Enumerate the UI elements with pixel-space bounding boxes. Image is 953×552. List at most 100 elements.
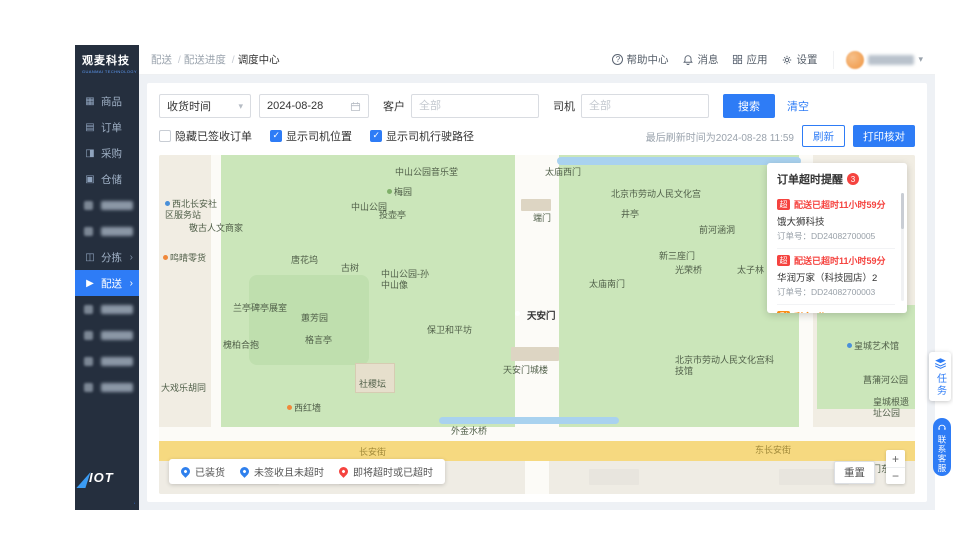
last-refresh-text: 最后刷新时间为2024-08-28 11:59 (645, 132, 794, 144)
overdue-tag: 剩 (777, 311, 790, 313)
map-label: 井亭 (621, 209, 640, 219)
map-label: 菖蒲河公园 (863, 375, 909, 385)
map-golden-water-river (439, 417, 619, 424)
sidebar-item-label: 采购 (101, 147, 122, 160)
sidebar-item[interactable]: ◨ 采购 (75, 140, 139, 166)
calendar-icon (350, 101, 361, 111)
scrollbar-thumb[interactable] (901, 193, 904, 229)
apps-grid-icon (733, 54, 743, 65)
sidebar-item-label: 订单 (101, 121, 122, 134)
print-check-button[interactable]: 打印核对 (853, 125, 915, 147)
customer-name: 饿大狮科技 (777, 217, 825, 228)
breadcrumb-item[interactable]: 配送进度 (184, 52, 238, 67)
map-label: 西北长安社区服务站 (165, 199, 218, 220)
filter-bar: 收货时间 ▾ 2024-08-28 客户 司机 搜索 清空 (159, 91, 915, 121)
sidebar-item[interactable] (75, 374, 139, 400)
overdue-tag: 超 (777, 255, 790, 266)
brand-logo: 观麦科技 GUANMAI TECHNOLOGY (75, 45, 139, 78)
timeout-panel-header: 订单超时提醒 3 (777, 171, 895, 187)
driver-input[interactable] (581, 94, 709, 118)
sidebar-item[interactable] (75, 192, 139, 218)
sidebar-item-label: 配送 (101, 277, 122, 290)
reset-button[interactable]: 重置 (834, 461, 875, 484)
map-label: 天安门城楼 (503, 365, 549, 375)
sidebar-item[interactable] (75, 322, 139, 348)
sidebar-item[interactable]: ▦ 商品 (75, 88, 139, 114)
search-button[interactable]: 搜索 (723, 94, 775, 118)
breadcrumb-item[interactable]: 配送 (151, 52, 184, 67)
redacted-label (101, 200, 133, 210)
iot-logo-swoosh (75, 486, 137, 504)
driver-label: 司机 (553, 101, 575, 113)
map-east-park (817, 305, 915, 409)
map-duanmen-building (521, 199, 551, 211)
time-type-select[interactable]: 收货时间 ▾ (159, 94, 251, 118)
checkbox-label: 隐藏已签收订单 (175, 131, 252, 143)
breadcrumb-item[interactable]: 调度中心 (238, 52, 280, 67)
chevron-right-icon: › (129, 251, 133, 263)
map-road-vertical-west (211, 155, 221, 441)
user-menu[interactable]: ▾ (833, 50, 923, 69)
app-window: 观麦科技 GUANMAI TECHNOLOGY ▦ 商品 ▤ 订单 ◨ 采购 ▣… (75, 45, 935, 510)
clear-button[interactable]: 清空 (787, 98, 809, 114)
help-center-button[interactable]: 帮助中心 (612, 52, 668, 67)
checkbox[interactable]: 显示司机位置 (270, 128, 352, 144)
customer-input[interactable] (411, 94, 539, 118)
legend-item: 未签收且未超时 (238, 464, 324, 479)
chevron-down-icon: ▾ (918, 54, 923, 64)
timeout-order-card[interactable]: 超 配送已超时11小时59分 华润万家（科技园店）2 订单号：DD2408270… (777, 248, 895, 304)
customer-service-button[interactable]: 联系客服 (933, 418, 951, 476)
map-tiananmen-building (511, 347, 559, 361)
checkbox[interactable]: 显示司机行驶路径 (370, 128, 474, 144)
map-label: 保卫和平坊 (427, 325, 473, 335)
sidebar-item[interactable]: ◫ 分拣 › (75, 244, 139, 270)
overdue-status: 配送已超时11小时59分 (794, 256, 886, 266)
map-label: 槐柏合抱 (223, 340, 260, 350)
timeout-order-card[interactable]: 超 配送已超时11小时59分 饿大狮科技 订单号：DD24082700005 (777, 193, 895, 248)
date-picker[interactable]: 2024-08-28 (259, 94, 369, 118)
sidebar-item[interactable] (75, 348, 139, 374)
map-label: 皇城艺术馆 (847, 341, 899, 352)
content-area: 收货时间 ▾ 2024-08-28 客户 司机 搜索 清空 (139, 75, 935, 510)
map-road-pre-band (159, 427, 915, 441)
map-road-south-vertical (525, 461, 549, 494)
messages-button[interactable]: 消息 (682, 52, 718, 67)
user-name-redacted (868, 54, 915, 65)
zoom-out-button[interactable]: − (886, 467, 905, 484)
task-float-button[interactable]: 任务 (929, 352, 951, 401)
sidebar-item[interactable]: ▤ 订单 (75, 114, 139, 140)
redacted-label (101, 382, 133, 392)
map-label: 太庙南门 (589, 279, 626, 289)
checkbox[interactable]: 隐藏已签收订单 (159, 128, 252, 144)
layers-icon (934, 358, 946, 369)
map-label: 蕙芳园 (301, 313, 329, 323)
redacted-label (101, 356, 133, 366)
map-canvas[interactable]: 中山公园音乐堂 梅园 太庙西门 北京市劳动人民文化宫 井亭 中山公园 投壶亭 西北长安社区服务… (159, 155, 915, 494)
sidebar-item[interactable]: ▣ 仓储 (75, 166, 139, 192)
screen: 观麦科技 GUANMAI TECHNOLOGY ▦ 商品 ▤ 订单 ◨ 采购 ▣… (0, 0, 953, 552)
menu-icon (84, 382, 93, 392)
refresh-button[interactable]: 刷新 (802, 125, 845, 147)
sorting-icon: ◫ (85, 251, 95, 263)
map-label: 端门 (533, 213, 552, 223)
apps-button[interactable]: 应用 (732, 52, 767, 67)
map-label: 前河涵洞 (699, 225, 736, 235)
legend-label: 未签收且未超时 (254, 468, 324, 479)
map-label: 东长安街 (755, 445, 792, 455)
top-bar: 配送配送进度调度中心 帮助中心 消息 应用 (139, 45, 935, 75)
panel-scrollbar[interactable] (901, 193, 904, 301)
checkbox-label: 显示司机位置 (286, 131, 352, 143)
timeout-order-card[interactable]: 剩 剩余0分 华润万家（科技园店）2 (777, 304, 895, 313)
map-label: 格言亭 (305, 335, 333, 345)
sidebar-item-label: 分拣 (101, 251, 122, 264)
zoom-in-button[interactable]: + (886, 450, 905, 467)
sidebar-item[interactable] (75, 296, 139, 322)
breadcrumb: 配送配送进度调度中心 (151, 52, 280, 67)
settings-button[interactable]: 设置 (781, 52, 817, 67)
sidebar-item[interactable] (75, 218, 139, 244)
map-label: 中山公园音乐堂 (395, 167, 459, 177)
main-area: 配送配送进度调度中心 帮助中心 消息 应用 (139, 45, 935, 510)
bell-icon (683, 54, 694, 65)
sidebar-item[interactable]: ▶ 配送 › (75, 270, 139, 296)
brand-name: 观麦科技 (82, 55, 130, 67)
